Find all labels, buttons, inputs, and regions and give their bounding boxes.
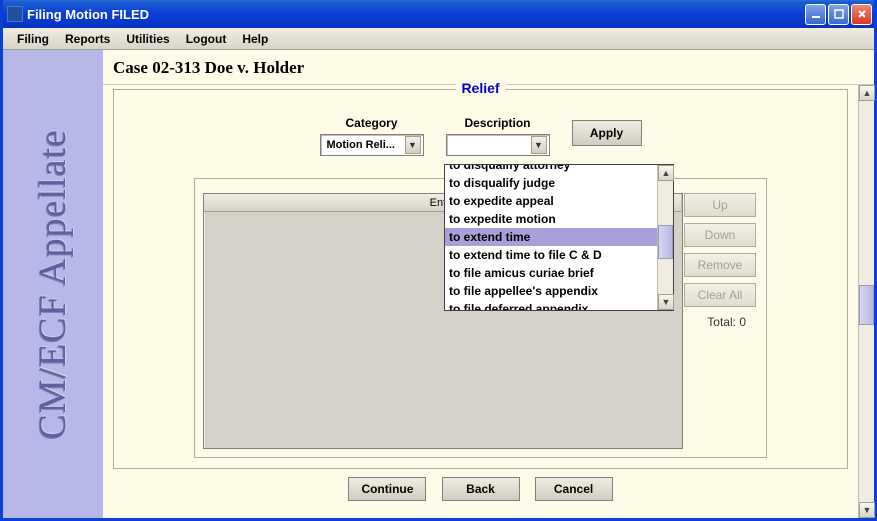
app-icon [7, 6, 23, 22]
scroll-down-icon[interactable]: ▼ [658, 294, 674, 310]
chevron-down-icon: ▼ [405, 136, 421, 154]
case-title: Case 02-313 Doe v. Holder [103, 50, 874, 84]
window-controls [805, 4, 872, 25]
menu-logout[interactable]: Logout [178, 30, 235, 48]
menu-utilities[interactable]: Utilities [118, 30, 177, 48]
client-area: CM/ECF Appellate Case 02-313 Doe v. Hold… [3, 50, 874, 518]
scroll-up-icon[interactable]: ▲ [859, 85, 875, 101]
category-select[interactable]: Motion Reli... ▼ [320, 134, 424, 156]
dropdown-option[interactable]: to extend time [445, 228, 657, 246]
sidebar: CM/ECF Appellate [3, 50, 103, 518]
menubar: Filing Reports Utilities Logout Help [3, 28, 874, 50]
down-button[interactable]: Down [684, 223, 756, 247]
back-button[interactable]: Back [442, 477, 520, 501]
scroll-down-icon[interactable]: ▼ [859, 502, 875, 518]
main-panel: Case 02-313 Doe v. Holder Relief Categor… [103, 50, 874, 518]
category-label: Category [345, 116, 397, 130]
dropdown-option[interactable]: to file amicus curiae brief [445, 264, 657, 282]
relief-legend: Relief [455, 80, 505, 96]
relief-group: Relief Category Motion Reli... ▼ Descri [113, 89, 848, 469]
category-value: Motion Reli... [327, 139, 405, 151]
app-window: Filing Motion FILED Filing Reports Utili… [0, 0, 877, 521]
total-label: Total: 0 [707, 315, 746, 329]
menu-filing[interactable]: Filing [9, 30, 57, 48]
footer-buttons: Continue Back Cancel [113, 469, 848, 509]
main-scrollbar[interactable]: ▲ ▼ [858, 85, 874, 518]
brand-text: CM/ECF Appellate [31, 129, 75, 440]
chevron-down-icon: ▼ [531, 136, 547, 154]
dropdown-scrollbar[interactable]: ▲ ▼ [657, 165, 673, 310]
dropdown-option[interactable]: to file deferred appendix [445, 300, 657, 310]
up-button[interactable]: Up [684, 193, 756, 217]
dropdown-option[interactable]: to file appellee's appendix [445, 282, 657, 300]
close-button[interactable] [851, 4, 872, 25]
remove-button[interactable]: Remove [684, 253, 756, 277]
scroll-up-icon[interactable]: ▲ [658, 165, 674, 181]
cancel-button[interactable]: Cancel [535, 477, 613, 501]
clear-all-button[interactable]: Clear All [684, 283, 756, 307]
continue-button[interactable]: Continue [348, 477, 426, 501]
window-title: Filing Motion FILED [27, 7, 805, 22]
description-label: Description [464, 116, 530, 130]
scrollbar-thumb[interactable] [859, 285, 874, 325]
scroll-area: Relief Category Motion Reli... ▼ Descri [103, 84, 874, 518]
dropdown-option[interactable]: to expedite motion [445, 210, 657, 228]
dropdown-option[interactable]: to extend time to file C & D [445, 246, 657, 264]
menu-reports[interactable]: Reports [57, 30, 118, 48]
dropdown-option[interactable]: to disqualify judge [445, 174, 657, 192]
maximize-button[interactable] [828, 4, 849, 25]
description-select[interactable]: ▼ [446, 134, 550, 156]
description-dropdown: to disqualify attorney to disqualify jud… [444, 164, 674, 311]
titlebar: Filing Motion FILED [3, 0, 874, 28]
dropdown-option[interactable]: to expedite appeal [445, 192, 657, 210]
scrollbar-thumb[interactable] [658, 225, 673, 259]
menu-help[interactable]: Help [234, 30, 276, 48]
minimize-button[interactable] [805, 4, 826, 25]
apply-button[interactable]: Apply [572, 120, 642, 146]
dropdown-option[interactable]: to disqualify attorney [445, 165, 657, 174]
